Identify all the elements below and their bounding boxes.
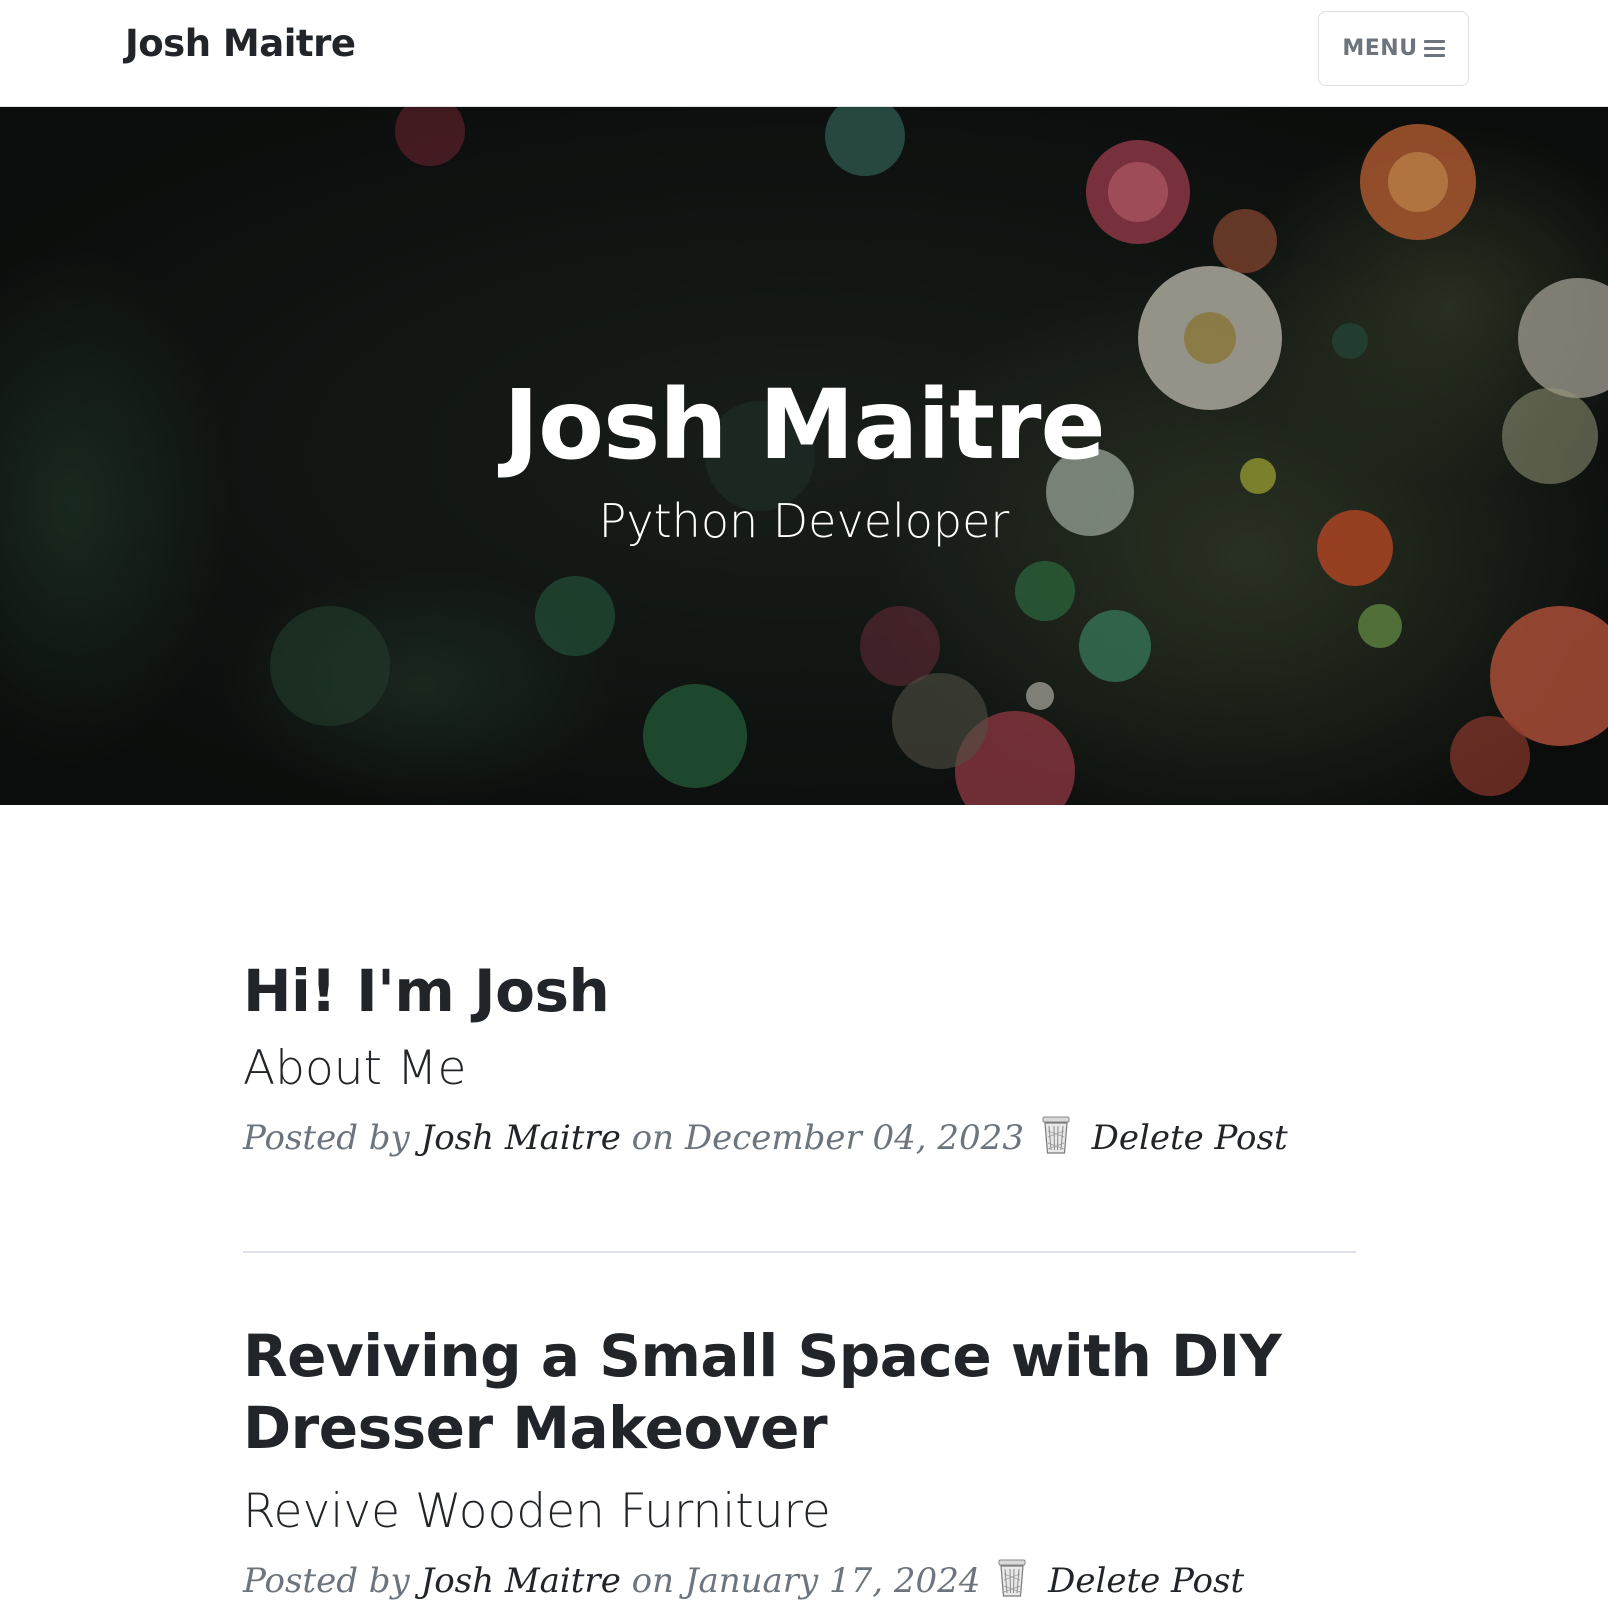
- post-meta: Posted by Josh Maitre on December 04, 20…: [243, 1115, 1356, 1160]
- hero-subtitle: Python Developer: [598, 494, 1010, 548]
- delete-post-link[interactable]: Delete Post: [1092, 1118, 1288, 1158]
- post-subtitle: Revive Wooden Furniture: [243, 1484, 831, 1539]
- post-date: December 04, 2023: [684, 1118, 1024, 1158]
- post-preview: Reviving a Small Space with DIY Dresser …: [243, 1320, 1356, 1603]
- trash-icon[interactable]: [1037, 1115, 1075, 1155]
- hero-title: Josh Maitre: [503, 369, 1105, 481]
- author-link[interactable]: Josh Maitre: [421, 1118, 621, 1158]
- post-divider: [243, 1251, 1356, 1253]
- on-label: on: [631, 1561, 674, 1601]
- on-label: on: [631, 1118, 674, 1158]
- menu-button[interactable]: MENU: [1318, 11, 1469, 86]
- post-date: January 17, 2024: [684, 1561, 981, 1601]
- post-title-link[interactable]: Hi! I'm Josh: [243, 955, 1356, 1027]
- post-meta: Posted by Josh Maitre on January 17, 202…: [243, 1558, 1356, 1603]
- delete-post-link[interactable]: Delete Post: [1048, 1561, 1244, 1601]
- brand-link[interactable]: Josh Maitre: [125, 22, 356, 65]
- posted-by-label: Posted by: [243, 1561, 410, 1601]
- posted-by-label: Posted by: [243, 1118, 410, 1158]
- post-preview: Hi! I'm Josh About Me Posted by Josh Mai…: [243, 955, 1356, 1160]
- trash-icon[interactable]: [993, 1558, 1031, 1598]
- hamburger-icon: [1423, 40, 1445, 57]
- menu-label: MENU: [1342, 36, 1418, 61]
- navbar: Josh Maitre MENU: [0, 0, 1608, 107]
- post-subtitle: About Me: [243, 1041, 467, 1096]
- hero-header: Josh Maitre Python Developer: [0, 106, 1608, 805]
- author-link[interactable]: Josh Maitre: [421, 1561, 621, 1601]
- post-title-link[interactable]: Reviving a Small Space with DIY Dresser …: [243, 1320, 1356, 1464]
